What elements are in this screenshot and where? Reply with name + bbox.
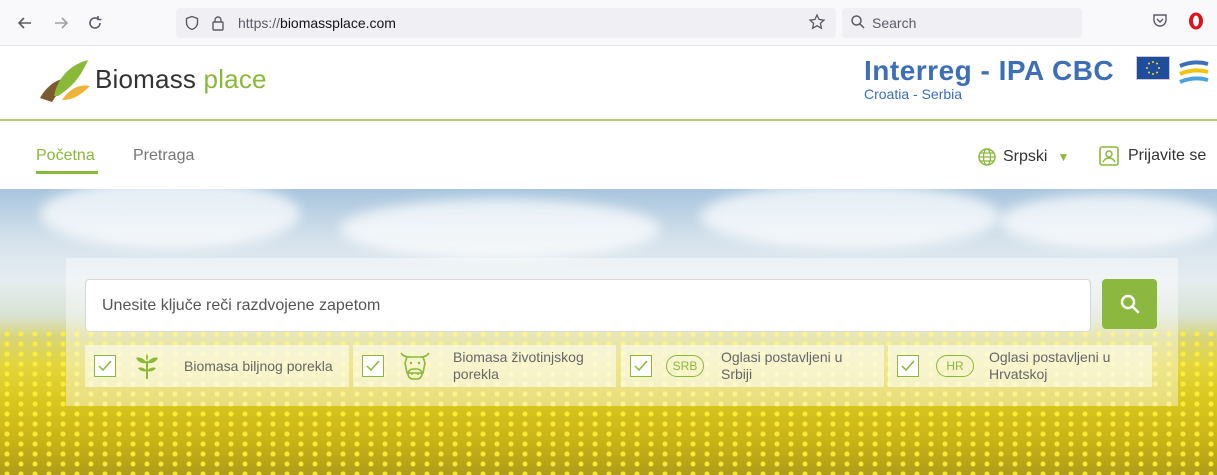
checkmark-icon bbox=[98, 360, 112, 372]
globe-icon bbox=[978, 148, 996, 166]
eu-flag-icon bbox=[1136, 56, 1170, 80]
search-icon bbox=[1120, 294, 1139, 314]
url-text[interactable]: https://biomassplace.com bbox=[238, 15, 396, 31]
search-button[interactable] bbox=[1102, 279, 1157, 329]
logo-accent-text: place bbox=[203, 64, 267, 94]
nav-item-pocetna[interactable]: Početna bbox=[36, 147, 95, 165]
user-icon bbox=[1099, 146, 1119, 166]
checkbox-animal-biomass[interactable] bbox=[362, 355, 384, 377]
filter-animal-biomass[interactable]: Biomasa životinjskog porekla bbox=[353, 345, 616, 387]
dropdown-arrow-icon: ▼ bbox=[1057, 150, 1070, 164]
search-panel: Biomasa biljnog porekla Biomasa životinj… bbox=[66, 258, 1178, 406]
pocket-icon[interactable] bbox=[1151, 12, 1169, 35]
hr-badge-icon: HR bbox=[936, 355, 974, 377]
filter-serbia-ads[interactable]: SRB Oglasi postavljeni u Srbiji bbox=[621, 345, 884, 387]
lock-icon[interactable] bbox=[210, 15, 226, 31]
login-button[interactable]: Prijavite se bbox=[1098, 145, 1206, 167]
opera-icon[interactable] bbox=[1186, 11, 1206, 36]
interreg-title: Interreg - IPA CBC bbox=[864, 55, 1115, 86]
nav-active-indicator bbox=[36, 171, 98, 174]
url-domain: biomassplace.com bbox=[280, 15, 396, 31]
filter-label-plant-biomass: Biomasa biljnog porekla bbox=[184, 358, 333, 374]
language-selector[interactable]: Srpski ▼ bbox=[977, 147, 1069, 167]
srb-badge-icon: SRB bbox=[666, 355, 704, 377]
logo-main-text: Biomass bbox=[95, 64, 197, 94]
site-header: Biomass place Interreg - IPA CBC Croatia… bbox=[0, 46, 1217, 118]
filter-croatia-ads[interactable]: HR Oglasi postavljeni u Hrvatskoj bbox=[888, 345, 1152, 387]
forward-icon[interactable] bbox=[50, 12, 72, 34]
cloud-decoration bbox=[40, 189, 300, 249]
browser-search-placeholder: Search bbox=[872, 15, 917, 31]
programme-stripes-icon bbox=[1178, 58, 1210, 93]
nav-item-pretraga[interactable]: Pretraga bbox=[133, 147, 194, 165]
url-protocol: https:// bbox=[238, 15, 281, 31]
filter-plant-biomass[interactable]: Biomasa biljnog porekla bbox=[85, 345, 349, 387]
checkbox-plant-biomass[interactable] bbox=[94, 355, 116, 377]
checkmark-icon bbox=[901, 360, 915, 372]
filter-label-serbia-ads: Oglasi postavljeni u Srbiji bbox=[721, 349, 843, 382]
keyword-search-input[interactable] bbox=[85, 279, 1091, 332]
back-icon[interactable] bbox=[14, 12, 36, 34]
language-label: Srpski bbox=[1003, 148, 1048, 165]
browser-search-bar[interactable]: Search bbox=[842, 8, 1082, 38]
plant-icon bbox=[136, 353, 158, 379]
cloud-decoration bbox=[700, 189, 1000, 249]
shield-icon[interactable] bbox=[184, 15, 200, 31]
search-icon bbox=[851, 15, 865, 29]
main-nav: Početna Pretraga Srpski ▼ Prijavite se bbox=[0, 121, 1217, 189]
interreg-subtitle: Croatia - Serbia bbox=[864, 86, 963, 102]
checkmark-icon bbox=[366, 360, 380, 372]
checkbox-serbia-ads[interactable] bbox=[630, 355, 652, 377]
filter-label-animal-biomass: Biomasa životinjskog porekla bbox=[453, 349, 584, 382]
cloud-decoration bbox=[1000, 194, 1217, 249]
bookmark-star-icon[interactable] bbox=[808, 13, 826, 36]
checkmark-icon bbox=[634, 360, 648, 372]
login-label: Prijavite se bbox=[1128, 147, 1207, 164]
url-bar[interactable]: https://biomassplace.com bbox=[176, 8, 836, 38]
reload-icon[interactable] bbox=[84, 12, 106, 34]
leaf-logo-icon[interactable] bbox=[36, 54, 94, 111]
filter-label-croatia-ads: Oglasi postavljeni u Hrvatskoj bbox=[989, 349, 1111, 382]
cloud-decoration bbox=[340, 199, 660, 259]
interreg-logo: Interreg - IPA CBC Croatia - Serbia bbox=[864, 55, 1115, 103]
cow-icon bbox=[400, 352, 430, 380]
logo-text[interactable]: Biomass place bbox=[95, 64, 267, 95]
checkbox-croatia-ads[interactable] bbox=[897, 355, 919, 377]
hero-banner: Biomasa biljnog porekla Biomasa životinj… bbox=[0, 189, 1217, 475]
browser-toolbar: https://biomassplace.com Search bbox=[0, 0, 1217, 46]
